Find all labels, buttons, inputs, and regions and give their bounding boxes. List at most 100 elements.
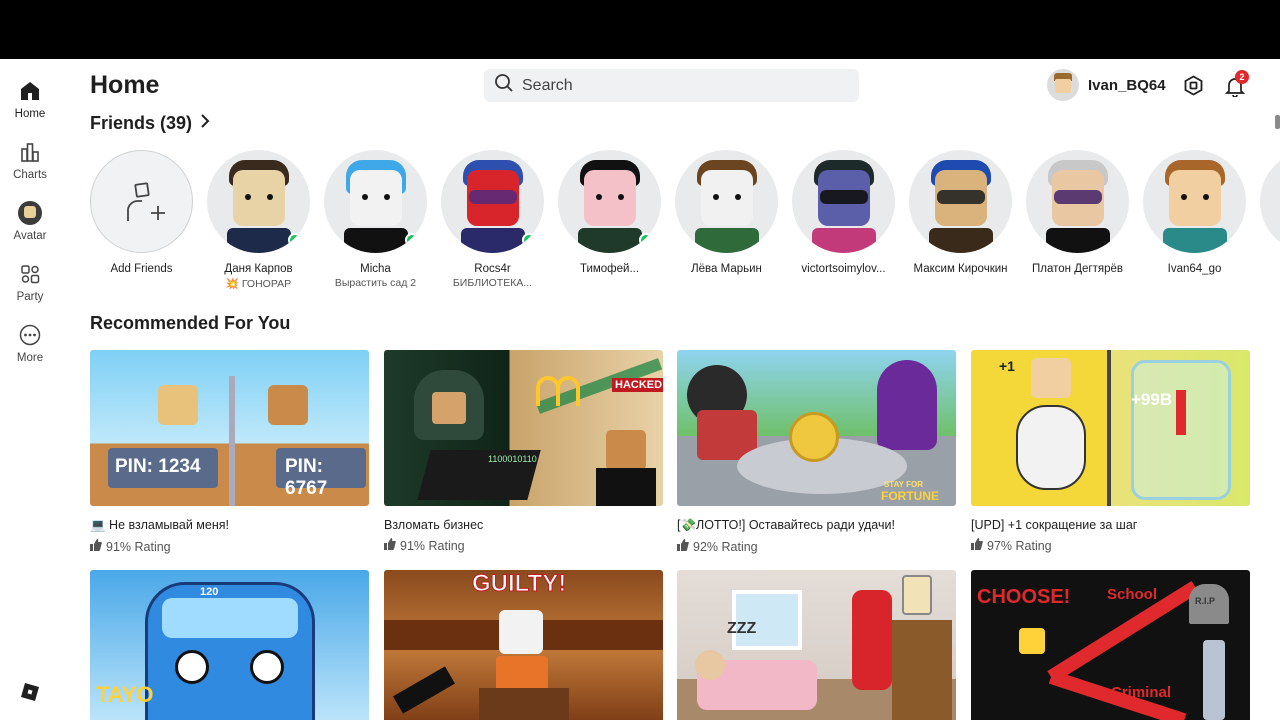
game-card[interactable]: ZZZ — [677, 570, 956, 720]
game-card[interactable]: HACKED 1100010110 Взломать бизнес 91% Ra… — [384, 350, 663, 553]
game-title: Взломать бизнес — [384, 518, 484, 532]
search-bar[interactable] — [484, 69, 859, 102]
friend-name: Rocs4r — [474, 263, 511, 275]
game-card[interactable]: GUILTY! — [384, 570, 663, 720]
avatar — [558, 150, 661, 253]
sidebar-item-more[interactable]: More — [0, 317, 60, 373]
game-title: 💻 Не взламывай меня! — [90, 518, 230, 532]
sidebar-item-avatar[interactable]: Avatar — [0, 195, 60, 251]
friend-name: victortsoimylov... — [801, 263, 886, 275]
add-friend-icon — [90, 150, 193, 253]
game-rating: 91% Rating — [384, 538, 663, 553]
sidebar-item-label: Home — [14, 108, 46, 120]
online-indicator — [405, 233, 419, 247]
thumbnail-text: STAY FOR — [884, 480, 923, 489]
rating-text: 91% Rating — [400, 538, 465, 553]
friend-name: Даня Карпов — [224, 263, 293, 275]
roblox-logo-icon[interactable] — [21, 683, 39, 701]
friend-status: БИБЛИОТЕКА... — [452, 277, 533, 289]
thumbnail-text: HACKED — [612, 378, 663, 392]
thumbnail-text: FORTUNE — [881, 489, 939, 503]
game-thumbnail: STAY FOR FORTUNE — [677, 350, 956, 506]
avatar — [1047, 69, 1079, 101]
search-input[interactable] — [522, 76, 822, 95]
friend-tile[interactable]: Тимофей... — [558, 150, 661, 275]
game-title: [💸ЛОТТО!] Оставайтесь ради удачи! — [677, 518, 895, 532]
game-title: [UPD] +1 сокращение за шаг — [971, 518, 1138, 532]
charts-icon — [18, 140, 42, 164]
add-friends-button[interactable]: Add Friends — [90, 150, 193, 275]
sidebar-item-home[interactable]: Home — [0, 73, 60, 129]
page-title: Home — [90, 71, 160, 99]
thumbnail-text: 1100010110 — [488, 454, 537, 464]
sidebar-item-label: Avatar — [13, 230, 47, 242]
friend-tile[interactable]: Ivan64_go — [1143, 150, 1246, 275]
rating-text: 91% Rating — [106, 539, 171, 554]
user-profile-button[interactable]: Ivan_BQ64 — [1047, 69, 1166, 101]
thumbnail-text: PIN: 1234 — [115, 456, 201, 477]
roblox-home: Home Charts Avatar Party More Home Searc… — [0, 59, 1280, 720]
friend-tile[interactable]: victortsoimylov... — [792, 150, 895, 275]
avatar — [324, 150, 427, 253]
game-thumbnail: GUILTY! — [384, 570, 663, 720]
username: Ivan_BQ64 — [1088, 76, 1166, 94]
thumbnail-text: +1 — [999, 358, 1015, 374]
friend-tile[interactable]: Максим Кирочкин — [909, 150, 1012, 275]
thumbnail-text: R.I.P — [1195, 596, 1216, 606]
friends-title: Friends (39) — [90, 113, 193, 133]
avatar — [441, 150, 544, 253]
avatar — [675, 150, 778, 253]
rating-text: 92% Rating — [693, 539, 758, 554]
friend-tile[interactable]: Rocs4r БИБЛИОТЕКА... — [441, 150, 544, 289]
more-icon — [18, 323, 42, 347]
friend-status: 💥 ГОНОРАР — [225, 278, 292, 290]
thumbnail-text: ZZZ — [727, 620, 757, 637]
search-icon — [494, 73, 514, 98]
game-thumbnail: HACKED 1100010110 — [384, 350, 663, 506]
online-indicator — [288, 233, 302, 247]
chevron-right-icon — [192, 114, 210, 133]
friend-name: Лёва Марьин — [691, 263, 762, 275]
game-card[interactable]: STAY FOR FORTUNE [💸ЛОТТО!] Оставайтесь р… — [677, 350, 956, 554]
scrollbar-thumb[interactable] — [1275, 115, 1280, 129]
rating-text: 97% Rating — [987, 538, 1052, 553]
sidebar-item-charts[interactable]: Charts — [0, 134, 60, 190]
game-card[interactable]: 120 TAYO — [90, 570, 369, 720]
thumbnail-text: GUILTY! — [471, 570, 567, 598]
friend-tile[interactable]: Micha Вырастить сад 2 — [324, 150, 427, 289]
avatar — [1260, 150, 1280, 253]
friend-tile[interactable]: Даня Карпов 💥 ГОНОРАР — [207, 150, 310, 290]
home-icon — [18, 79, 42, 103]
game-card[interactable]: CHOOSE! School Criminal R.I.P — [971, 570, 1250, 720]
friend-name: Платон Дегтярёв — [1032, 263, 1123, 275]
thumbs-up-icon — [90, 539, 106, 554]
friend-tile[interactable]: Платон Дегтярёв — [1026, 150, 1129, 275]
friend-tile[interactable]: Лёва Марьин — [675, 150, 778, 275]
avatar — [909, 150, 1012, 253]
friend-name: Add Friends — [110, 263, 173, 275]
system-status-bar — [0, 0, 1280, 59]
thumbnail-text: Criminal — [1111, 684, 1172, 701]
thumbnail-text: 120 — [200, 586, 219, 598]
thumbnail-text: PIN: 6767 — [285, 456, 328, 499]
friends-header-link[interactable]: Friends (39) — [90, 113, 210, 134]
robux-icon[interactable] — [1183, 75, 1204, 96]
sidebar-item-label: Charts — [13, 169, 47, 181]
thumbs-up-icon — [971, 538, 987, 553]
thumbnail-text: TAYO — [96, 682, 154, 707]
online-indicator — [639, 233, 653, 247]
sidebar-item-party[interactable]: Party — [0, 256, 60, 312]
party-icon — [18, 262, 42, 286]
game-thumbnail: CHOOSE! School Criminal R.I.P — [971, 570, 1250, 720]
game-card[interactable]: +99B +1 [UPD] +1 сокращение за шаг 97% R… — [971, 350, 1250, 553]
friend-name: Micha — [360, 263, 391, 275]
game-thumbnail: +99B +1 — [971, 350, 1250, 506]
avatar — [792, 150, 895, 253]
game-card[interactable]: PIN: 1234 PIN: 6767 💻 Не взламывай меня!… — [90, 350, 369, 554]
thumbnail-text: +99B — [1131, 390, 1173, 409]
friend-name: Ivan64_go — [1167, 263, 1222, 275]
friend-name: Максим Кирочкин — [913, 263, 1008, 275]
avatar-icon — [18, 201, 42, 225]
thumbs-up-icon — [677, 539, 693, 554]
friend-tile-partial[interactable] — [1260, 150, 1280, 253]
